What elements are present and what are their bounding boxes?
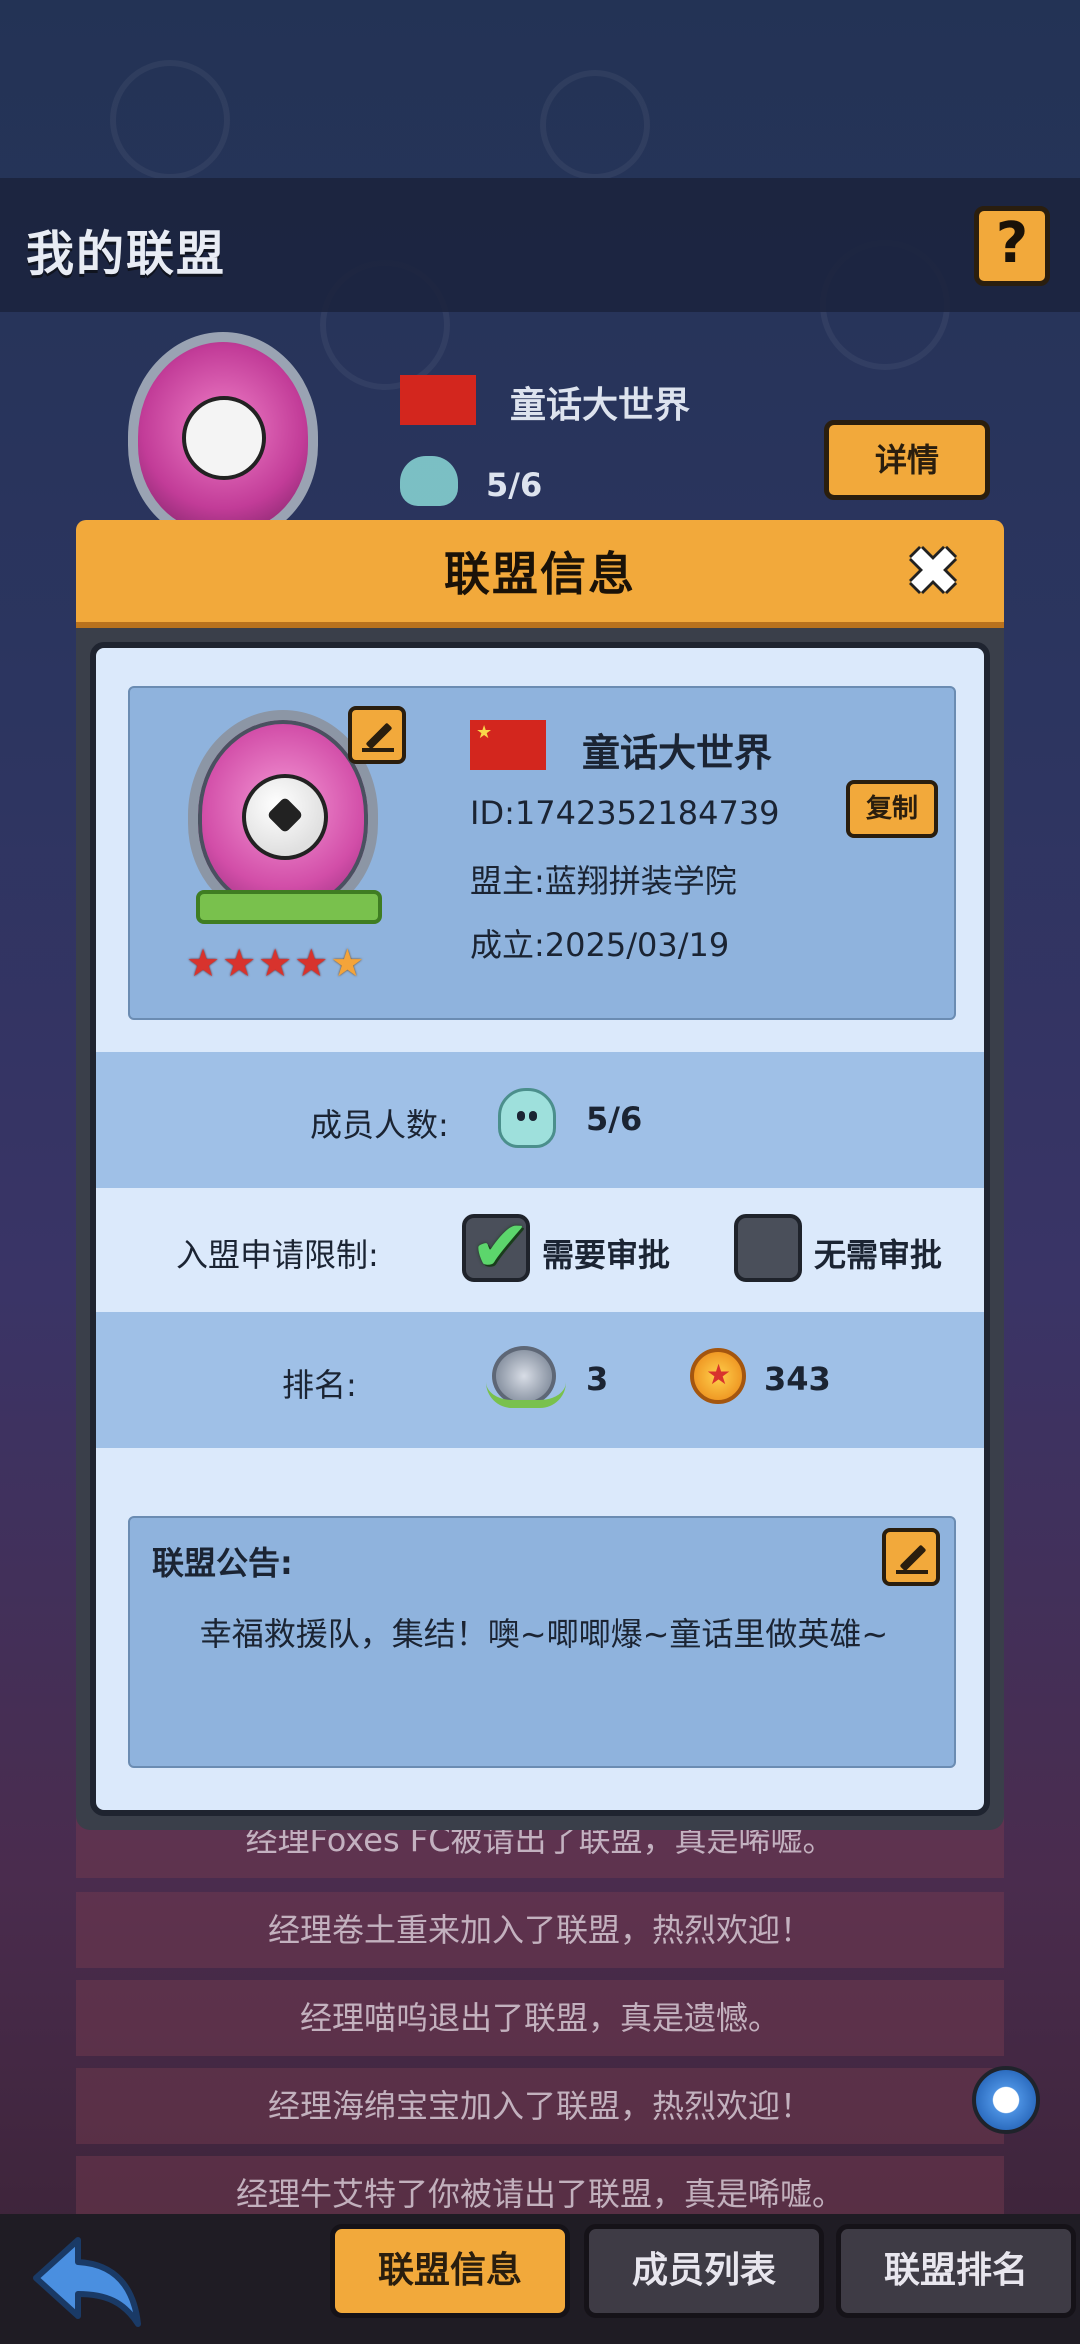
tab-league-info[interactable]: 联盟信息: [330, 2224, 570, 2318]
league-info-modal: 联盟信息 ✖ ★ ★ ★ ★ ★ 童话大世界 ID:1742352184739 …: [76, 520, 1004, 1830]
back-arrow-icon[interactable]: [28, 2222, 148, 2332]
star-icon: ★: [258, 941, 293, 985]
close-icon[interactable]: ✖: [900, 539, 966, 608]
edit-emblem-icon[interactable]: [348, 706, 406, 764]
league-info-card: ★ ★ ★ ★ ★ 童话大世界 ID:1742352184739 复制 盟主:蓝…: [128, 686, 956, 1020]
emblem-ribbon: [196, 890, 382, 924]
league-id: ID:1742352184739: [470, 794, 780, 832]
league-notice: 联盟公告: 幸福救援队，集结！噢~唧唧爆~童话里做英雄~: [128, 1516, 956, 1768]
tab-league-ranking[interactable]: 联盟排名: [836, 2224, 1076, 2318]
soccer-ball-icon: [242, 774, 328, 860]
member-count-row: 成员人数: 5/6: [96, 1052, 984, 1188]
approval-required-checkbox[interactable]: [462, 1204, 530, 1288]
log-row: 经理海绵宝宝加入了联盟，热烈欢迎！: [76, 2068, 1004, 2144]
member-count-value: 5/6: [586, 1100, 643, 1138]
join-limit-label: 入盟申请限制:: [176, 1236, 379, 1274]
details-button[interactable]: 详情: [824, 420, 990, 500]
top-bar: 我的联盟 ?: [0, 178, 1080, 312]
china-flag-icon: [470, 720, 546, 770]
china-flag-icon: [400, 375, 476, 425]
no-approval-checkbox[interactable]: [734, 1214, 802, 1282]
member-count-label: 成员人数:: [310, 1106, 449, 1144]
modal-title: 联盟信息: [444, 547, 636, 601]
league-name: 童话大世界: [582, 731, 773, 775]
member-count-background: 5/6: [486, 466, 543, 504]
notice-text: 幸福救援队，集结！噢~唧唧爆~童话里做英雄~: [199, 1615, 889, 1653]
star-icon: ★: [222, 941, 257, 985]
league-founded-date: 成立:2025/03/19: [470, 926, 730, 964]
log-row: 经理喵呜退出了联盟，真是遗憾。: [76, 1980, 1004, 2056]
stopwatch-icon[interactable]: [972, 2066, 1040, 2134]
page-title: 我的联盟: [26, 226, 227, 282]
points-value: 343: [764, 1360, 831, 1398]
copy-id-button[interactable]: 复制: [846, 780, 938, 838]
star-icon: ★: [330, 941, 365, 985]
member-icon: [400, 456, 458, 506]
help-button[interactable]: ?: [974, 206, 1050, 286]
modal-body: ★ ★ ★ ★ ★ 童话大世界 ID:1742352184739 复制 盟主:蓝…: [90, 642, 990, 1816]
edit-notice-icon[interactable]: [882, 1528, 940, 1586]
ranking-row: 排名: 3 343: [96, 1312, 984, 1448]
notice-title: 联盟公告:: [152, 1544, 293, 1582]
league-emblem-background: [128, 332, 318, 542]
no-approval-label[interactable]: 无需审批: [814, 1230, 942, 1276]
tab-member-list[interactable]: 成员列表: [584, 2224, 824, 2318]
league-star-rating: ★ ★ ★ ★ ★: [186, 944, 364, 982]
approval-required-label[interactable]: 需要审批: [542, 1230, 670, 1276]
ranking-label: 排名:: [282, 1366, 357, 1404]
medal-icon: [690, 1348, 746, 1404]
background-ball-decoration: [110, 60, 230, 180]
league-name-background: 童话大世界: [510, 385, 691, 426]
rank-value: 3: [586, 1360, 609, 1398]
star-icon: ★: [186, 941, 221, 985]
star-icon: ★: [294, 941, 329, 985]
log-row: 经理卷土重来加入了联盟，热烈欢迎！: [76, 1892, 1004, 1968]
rank-shield-icon: [486, 1346, 566, 1408]
league-leader: 盟主:蓝翔拼装学院: [470, 862, 737, 900]
soccer-ball-icon: [182, 396, 266, 480]
background-ball-decoration: [540, 70, 650, 180]
join-limit-row: 入盟申请限制: 需要审批 无需审批: [96, 1188, 984, 1312]
member-icon: [498, 1088, 556, 1148]
modal-header: 联盟信息 ✖: [76, 520, 1004, 628]
